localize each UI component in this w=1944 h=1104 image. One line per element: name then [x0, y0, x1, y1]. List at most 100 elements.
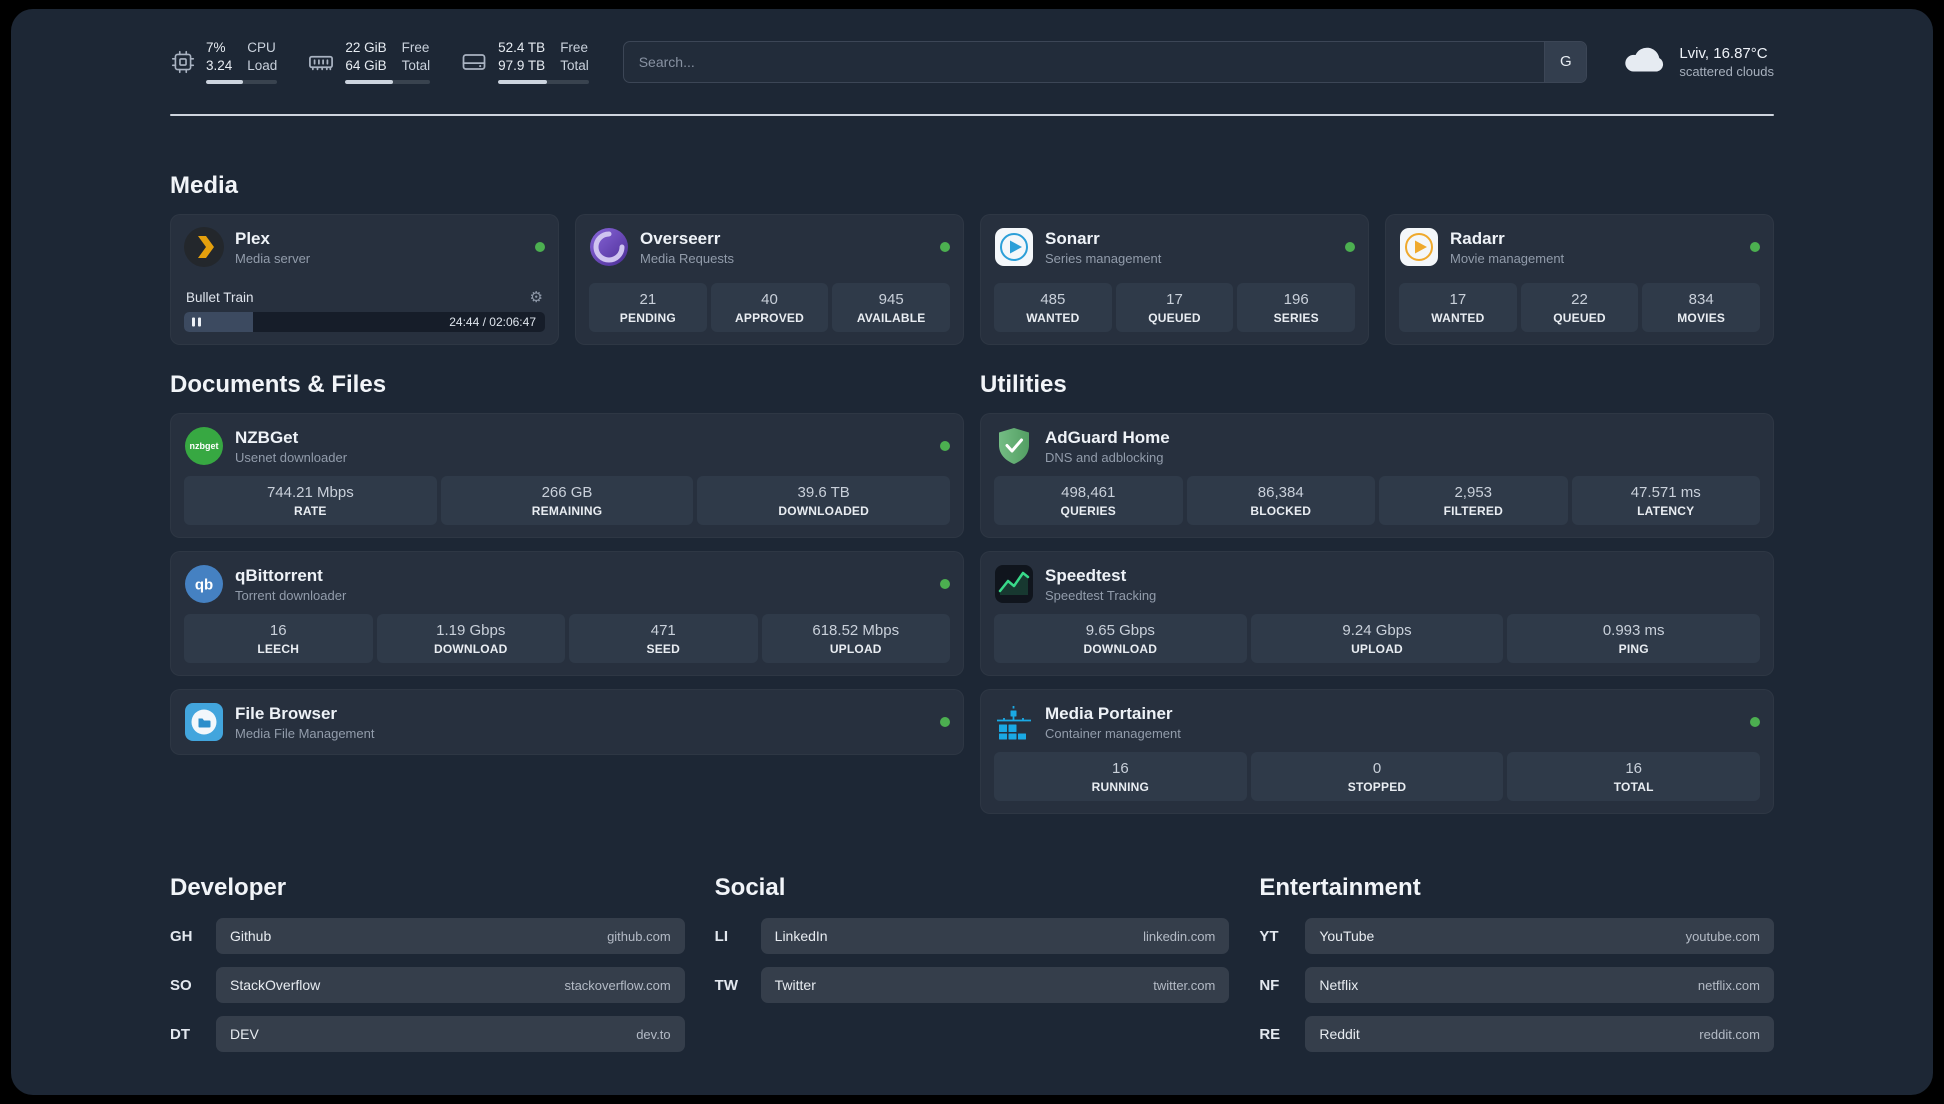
search-bar: G [622, 40, 1588, 83]
app-subtitle: Torrent downloader [235, 588, 347, 604]
stat-value: 9.65 Gbps [1085, 622, 1155, 640]
stat-box: 196 SERIES [1237, 283, 1356, 333]
stat-label: WANTED [1431, 311, 1485, 326]
app-card-portainer[interactable]: Media Portainer Container management 16 … [980, 689, 1774, 815]
system-stats: 7% 3.24 CPU Load 22 GiB 64 GiB Free Tota… [170, 39, 589, 85]
stat-box: 266 GB REMAINING [440, 476, 694, 526]
app-card-plex[interactable]: Plex Media server Bullet Train ⚙ 24:44 /… [170, 214, 559, 346]
stat-label: QUERIES [1060, 504, 1116, 519]
bookmark-url: linkedin.com [1143, 928, 1216, 944]
status-online-dot [535, 242, 545, 253]
status-online-dot [940, 242, 950, 253]
stat-value: 945 [878, 291, 904, 309]
memory-icon [307, 48, 335, 76]
bookmark-code: DT [170, 1025, 190, 1043]
weather-location: Lviv, 16.87°C [1679, 44, 1768, 62]
stat-value: 485 [1040, 291, 1066, 309]
stat-label: TOTAL [1613, 780, 1654, 795]
media-section: Media Plex Media server Bullet Train ⚙ 2… [170, 172, 1774, 346]
bookmark-twitter[interactable]: TW Twitter twitter.com [715, 967, 1230, 1004]
app-name: Plex [235, 228, 270, 248]
app-card-qbittorrent[interactable]: qb qBittorrent Torrent downloader 16 LEE… [170, 551, 964, 677]
app-subtitle: Movie management [1450, 251, 1565, 267]
stat-box: 16 RUNNING [994, 752, 1247, 802]
stat-label: APPROVED [735, 311, 804, 326]
gear-icon[interactable]: ⚙ [530, 290, 543, 305]
app-subtitle: Speedtest Tracking [1045, 588, 1157, 604]
stat-label: AVAILABLE [856, 311, 926, 326]
bookmark-youtube[interactable]: YT YouTube youtube.com [1259, 918, 1774, 955]
portainer-icon [994, 702, 1034, 742]
nzbget-icon: nzbget [184, 426, 224, 466]
app-card-overseerr[interactable]: Overseerr Media Requests 21 PENDING 40 A… [575, 214, 964, 346]
stat-value: 0.993 ms [1602, 622, 1665, 640]
stat-value: 17 [1449, 291, 1467, 309]
documents-column: Documents & Files nzbget NZBGet Usenet d… [170, 371, 964, 756]
status-online-dot [1750, 242, 1760, 253]
cpu-stat: 7% 3.24 CPU Load [170, 39, 278, 85]
search-engine-button[interactable]: G [1544, 41, 1587, 82]
stat-label: SEED [646, 642, 680, 657]
qbittorrent-icon: qb [184, 564, 224, 604]
playback-progress-bar[interactable]: 24:44 / 02:06:47 [184, 312, 545, 333]
stat-box: 22 QUEUED [1520, 283, 1639, 333]
stat-value: 39.6 TB [797, 484, 850, 502]
stat-box: 0.993 ms PING [1507, 614, 1761, 664]
cpu-label-top: CPU [247, 40, 276, 55]
stat-box: 2,953 FILTERED [1379, 476, 1568, 526]
stat-label: FILTERED [1443, 504, 1503, 519]
bookmark-dev[interactable]: DT DEV dev.to [170, 1016, 685, 1053]
app-card-sonarr[interactable]: Sonarr Series management 485 WANTED 17 Q… [980, 214, 1369, 346]
stat-box: 47.571 ms LATENCY [1571, 476, 1760, 526]
bookmark-code: GH [170, 927, 193, 945]
stat-value: 1.19 Gbps [436, 622, 506, 640]
stat-label: PING [1618, 642, 1649, 657]
app-card-adguard[interactable]: AdGuard Home DNS and adblocking 498,461 … [980, 413, 1774, 539]
bookmark-stackoverflow[interactable]: SO StackOverflow stackoverflow.com [170, 967, 685, 1004]
stat-label: QUEUED [1553, 311, 1606, 326]
app-name: File Browser [235, 703, 338, 723]
app-card-nzbget[interactable]: nzbget NZBGet Usenet downloader 744.21 M… [170, 413, 964, 539]
search-input[interactable] [623, 41, 1545, 82]
bookmark-code: NF [1259, 976, 1280, 994]
bookmark-netflix[interactable]: NF Netflix netflix.com [1259, 967, 1774, 1004]
filebrowser-icon [184, 702, 224, 742]
stat-value: 266 GB [541, 484, 593, 502]
stat-label: STOPPED [1347, 780, 1407, 795]
stat-value: 0 [1372, 760, 1382, 778]
app-card-speedtest[interactable]: Speedtest Speedtest Tracking 9.65 Gbps D… [980, 551, 1774, 677]
stat-box: 17 WANTED [1399, 283, 1517, 333]
storage-stat: 52.4 TB 97.9 TB Free Total [460, 39, 589, 85]
stat-label: UPLOAD [1351, 642, 1403, 657]
dashboard-panel: 7% 3.24 CPU Load 22 GiB 64 GiB Free Tota… [11, 9, 1933, 1095]
disk-icon [460, 48, 488, 76]
section-title-utilities: Utilities [980, 371, 1067, 399]
stat-value: 196 [1283, 291, 1309, 309]
app-subtitle: Usenet downloader [235, 450, 348, 466]
stat-label: QUEUED [1148, 311, 1201, 326]
stat-value: 22 [1571, 291, 1588, 309]
app-card-radarr[interactable]: Radarr Movie management 17 WANTED 22 QUE… [1385, 214, 1774, 346]
stat-box: 16 TOTAL [1507, 752, 1761, 802]
status-online-dot [940, 579, 950, 590]
stat-label: PENDING [619, 311, 676, 326]
bookmark-github[interactable]: GH Github github.com [170, 918, 685, 955]
stat-value: 17 [1166, 291, 1183, 309]
bookmark-name: Reddit [1319, 1026, 1360, 1043]
memory-label-top: Free [401, 40, 430, 55]
stat-box: 618.52 Mbps UPLOAD [761, 614, 950, 664]
bookmark-linkedin[interactable]: LI LinkedIn linkedin.com [715, 918, 1230, 955]
pause-icon[interactable] [192, 317, 201, 327]
stat-value: 498,461 [1061, 484, 1116, 502]
bookmark-group-developer: Developer GH Github github.com SO StackO… [170, 874, 685, 1053]
app-card-filebrowser[interactable]: File Browser Media File Management [170, 689, 964, 756]
stat-label: RATE [294, 504, 327, 519]
bookmark-name: DEV [230, 1026, 259, 1043]
app-subtitle: Media server [235, 251, 311, 267]
speedtest-icon [994, 564, 1034, 604]
bookmark-reddit[interactable]: RE Reddit reddit.com [1259, 1016, 1774, 1053]
bookmark-group-social: Social LI LinkedIn linkedin.com TW Twitt… [715, 874, 1230, 1004]
storage-progress-fill [498, 80, 548, 85]
stat-value: 744.21 Mbps [266, 484, 354, 502]
stat-label: RUNNING [1091, 780, 1150, 795]
